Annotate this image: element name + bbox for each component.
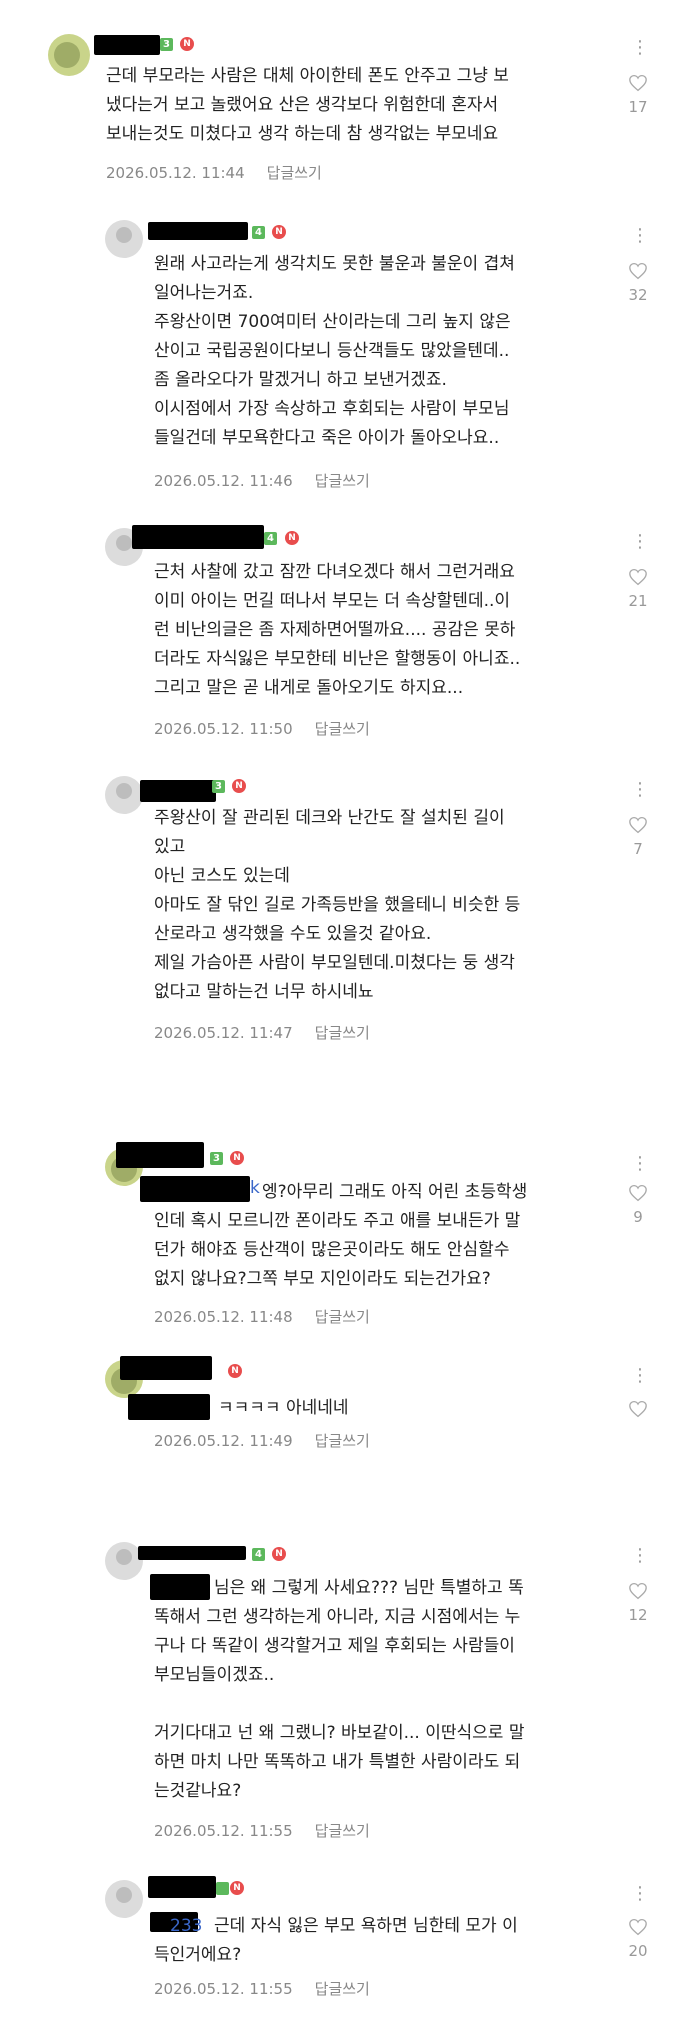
avatar[interactable] — [105, 776, 143, 814]
like-count: 9 — [633, 1208, 643, 1226]
reply-button[interactable]: 답글쓰기 — [315, 1980, 370, 1998]
comment-time: 2026.05.12. 11:55 — [154, 1980, 293, 1998]
comment-time: 2026.05.12. 11:48 — [154, 1308, 293, 1326]
redacted-mention — [128, 1394, 210, 1420]
reply-button[interactable]: 답글쓰기 — [315, 1822, 370, 1840]
more-options-icon[interactable]: ⋮ — [631, 1547, 649, 1565]
new-badge: N — [230, 1151, 244, 1165]
new-badge: N — [180, 37, 194, 51]
comment-time: 2026.05.12. 11:49 — [154, 1432, 293, 1450]
comment-text: 근데 자식 잃은 부모 욕하면 님한테 모가 이 득인거에요? — [154, 1916, 518, 1965]
new-badge: N — [285, 531, 299, 545]
level-badge: 3 — [212, 780, 225, 793]
redacted-username — [120, 1356, 212, 1380]
like-count: 17 — [628, 98, 648, 116]
comment-text: 근처 사찰에 갔고 잠깐 다녀오겠다 해서 그런거래요 이미 아이는 먼길 떠나… — [154, 562, 521, 698]
heart-icon[interactable] — [628, 1918, 648, 1936]
more-options-icon[interactable]: ⋮ — [631, 39, 649, 57]
redacted-username — [148, 1876, 216, 1898]
new-badge: N — [232, 779, 246, 793]
more-options-icon[interactable]: ⋮ — [631, 227, 649, 245]
reply-button[interactable]: 답글쓰기 — [267, 164, 322, 182]
like-count: 12 — [628, 1606, 648, 1624]
level-badge — [216, 1882, 229, 1895]
level-badge: 3 — [210, 1152, 223, 1165]
reply-button[interactable]: 답글쓰기 — [315, 472, 370, 490]
comment-text: ㅋㅋㅋㅋ 아네네네 — [218, 1398, 349, 1418]
heart-icon[interactable] — [628, 816, 648, 834]
new-badge: N — [230, 1881, 244, 1895]
comment-meta: 2026.05.12. 11:55 답글쓰기 — [154, 1978, 370, 1999]
comment-time: 2026.05.12. 11:55 — [154, 1822, 293, 1840]
redacted-username — [132, 525, 264, 549]
redacted-username — [140, 780, 216, 802]
comment-meta: 2026.05.12. 11:47 답글쓰기 — [154, 1022, 370, 1043]
redacted-username — [94, 35, 160, 55]
redacted-username — [116, 1142, 204, 1168]
redacted-username — [138, 1546, 246, 1560]
comment-meta: 2026.05.12. 11:46 답글쓰기 — [154, 470, 370, 491]
heart-icon[interactable] — [628, 1582, 648, 1600]
like-count: 32 — [628, 286, 648, 304]
avatar[interactable] — [105, 1880, 143, 1918]
new-badge: N — [228, 1364, 242, 1378]
reply-button[interactable]: 답글쓰기 — [315, 1432, 370, 1450]
level-badge: 3 — [160, 38, 173, 51]
more-options-icon[interactable]: ⋮ — [631, 1885, 649, 1903]
like-count: 21 — [628, 592, 648, 610]
more-options-icon[interactable]: ⋮ — [631, 533, 649, 551]
comment-time: 2026.05.12. 11:46 — [154, 472, 293, 490]
like-count: 7 — [633, 840, 643, 858]
more-options-icon[interactable]: ⋮ — [631, 781, 649, 799]
comment-text: 근데 부모라는 사람은 대체 아이한테 폰도 안주고 그냥 보 냈다는거 보고 … — [106, 66, 509, 144]
heart-icon[interactable] — [628, 1400, 648, 1418]
comment-time: 2026.05.12. 11:44 — [106, 164, 245, 182]
level-badge: 4 — [264, 532, 277, 545]
heart-icon[interactable] — [628, 1184, 648, 1202]
redacted-username — [148, 222, 248, 240]
reply-button[interactable]: 답글쓰기 — [315, 1308, 370, 1326]
new-badge: N — [272, 225, 286, 239]
level-badge: 4 — [252, 1548, 265, 1561]
comment-meta: 2026.05.12. 11:49 답글쓰기 — [154, 1430, 370, 1451]
more-options-icon[interactable]: ⋮ — [631, 1367, 649, 1385]
comment-text: 주왕산이 잘 관리된 데크와 난간도 잘 설치된 길이 있고 아닌 코스도 있는… — [154, 808, 521, 1002]
comment-text: 원래 사고라는게 생각치도 못한 불운과 불운이 겹쳐 일어나는거죠. 주왕산이… — [154, 254, 515, 448]
reply-button[interactable]: 답글쓰기 — [315, 720, 370, 738]
comment-meta: 2026.05.12. 11:50 답글쓰기 — [154, 718, 370, 739]
new-badge: N — [272, 1547, 286, 1561]
comment-time: 2026.05.12. 11:47 — [154, 1024, 293, 1042]
more-options-icon[interactable]: ⋮ — [631, 1155, 649, 1173]
heart-icon[interactable] — [628, 568, 648, 586]
comment-time: 2026.05.12. 11:50 — [154, 720, 293, 738]
avatar[interactable] — [48, 34, 90, 76]
comment-meta: 2026.05.12. 11:44 답글쓰기 — [106, 162, 322, 183]
comment-text: 엥?아무리 그래도 아직 어린 초등학생 인데 혹시 모르니깐 폰이라도 주고 … — [154, 1182, 528, 1289]
level-badge: 4 — [252, 226, 265, 239]
comment-meta: 2026.05.12. 11:48 답글쓰기 — [154, 1306, 370, 1327]
heart-icon[interactable] — [628, 74, 648, 92]
comment-meta: 2026.05.12. 11:55 답글쓰기 — [154, 1820, 370, 1841]
comment-text: 님은 왜 그렇게 사세요??? 님만 특별하고 똑 똑해서 그런 생각하는게 아… — [154, 1578, 525, 1801]
like-count: 20 — [628, 1942, 648, 1960]
reply-button[interactable]: 답글쓰기 — [315, 1024, 370, 1042]
avatar[interactable] — [105, 220, 143, 258]
heart-icon[interactable] — [628, 262, 648, 280]
